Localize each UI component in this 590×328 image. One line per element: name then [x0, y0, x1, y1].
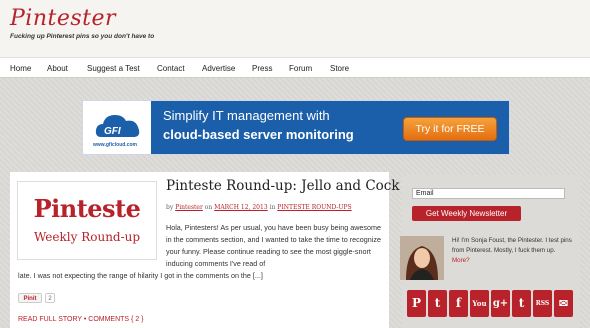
- twitter-icon[interactable]: t: [428, 290, 447, 317]
- post-excerpt-continued: late. I was not expecting the range of h…: [18, 271, 263, 280]
- google-plus-icon[interactable]: g+: [491, 290, 510, 317]
- ad-headline-2: cloud-based server monitoring: [163, 127, 354, 142]
- email-field[interactable]: Email: [412, 188, 565, 199]
- author-link[interactable]: Pintester: [175, 204, 203, 211]
- post-title[interactable]: Pinteste Round-up: Jello and Cock: [166, 178, 400, 194]
- avatar-photo-icon: [400, 236, 444, 280]
- avatar: [400, 236, 444, 280]
- rss-icon[interactable]: RSS: [533, 290, 552, 317]
- nav-contact[interactable]: Contact: [157, 64, 185, 73]
- pinterest-icon[interactable]: P: [407, 290, 426, 317]
- bio-text: Hi! I'm Sonja Foust, the Pintester. I te…: [452, 237, 572, 254]
- nav-press[interactable]: Press: [252, 64, 272, 73]
- subscribe-button[interactable]: Get Weekly Newsletter: [412, 206, 521, 221]
- ad-cta-button[interactable]: Try it for FREE: [403, 117, 497, 141]
- thumbnail-title: Pinteste: [33, 194, 141, 223]
- site-logo[interactable]: Pintester: [10, 6, 116, 31]
- site-tagline: Fucking up Pinterest pins so you don't h…: [10, 33, 155, 40]
- date-link[interactable]: MARCH 12, 2013: [214, 204, 267, 211]
- nav-suggest-a-test[interactable]: Suggest a Test: [87, 64, 140, 73]
- nav-store[interactable]: Store: [330, 64, 349, 73]
- meta-on: on: [204, 204, 213, 211]
- thumbnail-subtitle: Weekly Round-up: [33, 230, 141, 244]
- nav-advertise[interactable]: Advertise: [202, 64, 235, 73]
- youtube-icon[interactable]: You: [470, 290, 489, 317]
- meta-by: by: [166, 204, 174, 211]
- tumblr-icon[interactable]: t: [512, 290, 531, 317]
- ad-domain: www.gficloud.com: [93, 142, 137, 148]
- ad-headline-1: Simplify IT management with: [163, 108, 330, 123]
- pin-count: 2: [45, 293, 55, 303]
- pin-it-button[interactable]: Pinit: [18, 293, 42, 303]
- author-bio: Hi! I'm Sonja Foust, the Pintester. I te…: [452, 236, 572, 266]
- ad-logo-text: GFI: [104, 126, 121, 137]
- category-link[interactable]: PINTESTE ROUND-UPS: [277, 204, 351, 211]
- facebook-icon[interactable]: f: [449, 290, 468, 317]
- post-excerpt: Hola, Pintesters! As per usual, you have…: [166, 223, 381, 268]
- bio-more-link[interactable]: More?: [452, 257, 470, 264]
- gfi-cloud-logo-icon: GFI: [95, 115, 140, 137]
- post-thumbnail[interactable]: Pinteste Weekly Round-up: [17, 181, 157, 260]
- read-more-link[interactable]: READ FULL STORY • COMMENTS { 2 }: [18, 316, 144, 323]
- main-nav: Home About Suggest a Test Contact Advert…: [0, 57, 590, 78]
- post-meta: by Pintester on MARCH 12, 2013 in PINTES…: [166, 204, 352, 211]
- meta-in: in: [269, 204, 276, 211]
- nav-home[interactable]: Home: [10, 64, 31, 73]
- nav-forum[interactable]: Forum: [289, 64, 312, 73]
- nav-about[interactable]: About: [47, 64, 68, 73]
- ad-banner[interactable]: GFI www.gficloud.com Simplify IT managem…: [82, 100, 510, 155]
- email-icon[interactable]: ✉: [554, 290, 573, 317]
